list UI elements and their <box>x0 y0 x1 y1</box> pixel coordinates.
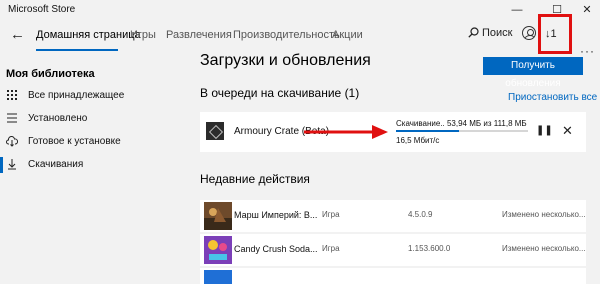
cancel-download-icon[interactable]: ✕ <box>562 123 573 139</box>
downloads-button[interactable]: ↓1 <box>545 28 557 40</box>
library-item-installed[interactable]: Установлено <box>0 108 190 130</box>
search-button[interactable]: Поиск <box>468 27 512 39</box>
recent-row[interactable]: Candy Crush Soda... Игра 1.153.600.0 Изм… <box>200 234 586 266</box>
account-avatar-icon[interactable] <box>522 26 536 40</box>
download-icon <box>8 159 16 170</box>
back-arrow-icon[interactable]: ← <box>10 26 25 43</box>
recent-item-version: 4.5.0.9 <box>408 210 433 219</box>
pause-all-link[interactable]: Приостановить все <box>508 92 597 103</box>
library-item-downloads[interactable]: Скачивания <box>0 154 190 176</box>
candy-crush-soda-app-icon <box>204 236 232 264</box>
recent-item-status: Изменено несколько... <box>502 210 586 219</box>
library-item-ready-to-install[interactable]: Готовое к установке <box>0 131 190 153</box>
active-tab-indicator <box>36 49 118 51</box>
library-item-label: Скачивания <box>28 159 84 170</box>
more-options-icon[interactable]: ··· <box>580 44 595 58</box>
library-title: Моя библиотека <box>6 68 95 80</box>
tab-home[interactable]: Домашняя страница <box>36 29 141 41</box>
armoury-crate-app-icon <box>206 122 224 140</box>
recent-item-type: Игра <box>322 210 340 219</box>
march-of-empires-app-icon <box>204 202 232 230</box>
cloud-download-icon <box>6 135 18 147</box>
library-item-label: Установлено <box>28 113 88 124</box>
recent-item-name: Марш Империй: В... <box>234 210 318 220</box>
recent-row[interactable]: Марш Империй: В... Игра 4.5.0.9 Изменено… <box>200 200 586 232</box>
window-title: Microsoft Store <box>8 4 76 15</box>
download-speed: 16,5 Мбит/с <box>396 136 440 145</box>
title-bar: Microsoft Store — ☐ ✕ <box>0 0 600 22</box>
recent-item-status: Изменено несколько... <box>502 244 586 253</box>
queue-title: В очереди на скачивание (1) <box>200 86 360 100</box>
tab-games[interactable]: Игры <box>130 29 156 41</box>
get-updates-button[interactable]: Получить обновления <box>483 57 583 89</box>
download-progress-bar <box>396 130 528 132</box>
tab-entertainment[interactable]: Развлечения <box>166 29 232 41</box>
search-icon <box>468 27 479 38</box>
library-item-label: Готовое к установке <box>28 136 121 147</box>
app-icon <box>204 270 232 284</box>
library-item-all-owned[interactable]: Все принадлежащее <box>0 85 190 107</box>
nav-bar: ← Домашняя страница Игры Развлечения Про… <box>0 22 600 58</box>
recent-title: Недавние действия <box>200 172 310 186</box>
search-label: Поиск <box>482 27 513 39</box>
close-icon[interactable]: ✕ <box>572 0 600 20</box>
recent-item-type: Игра <box>322 244 340 253</box>
recent-row[interactable] <box>200 268 586 284</box>
recent-item-version: 1.153.600.0 <box>408 244 451 253</box>
recent-item-name: Candy Crush Soda... <box>234 244 318 254</box>
pause-icon[interactable]: ❚❚ <box>536 125 553 136</box>
page-title: Загрузки и обновления <box>200 52 371 69</box>
queue-item[interactable]: Armoury Crate (Beta) Скачивание.. 53,94 … <box>200 112 586 152</box>
grid-icon <box>7 90 17 100</box>
tab-deals[interactable]: Акции <box>332 29 363 41</box>
download-progress-fill <box>396 130 460 132</box>
minimize-icon[interactable]: — <box>502 0 532 20</box>
tab-productivity[interactable]: Производительность <box>233 29 340 41</box>
library-item-label: Все принадлежащее <box>28 90 125 101</box>
installed-list-icon <box>7 113 17 123</box>
download-status: Скачивание.. 53,94 МБ из 111,8 МБ <box>396 119 527 128</box>
red-arrow-annotation <box>304 125 388 139</box>
downloads-count: 1 <box>550 28 557 40</box>
